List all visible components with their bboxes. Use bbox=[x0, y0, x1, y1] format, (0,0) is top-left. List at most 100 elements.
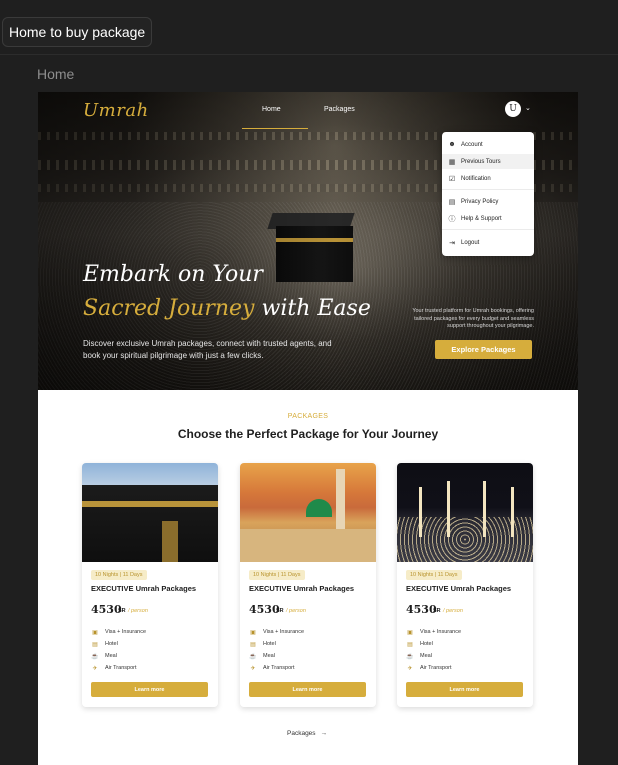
plane-icon: ✈ bbox=[407, 665, 413, 672]
feature-item: ▣ Visa + Insurance bbox=[91, 628, 146, 636]
package-name: EXECUTIVE Umrah Packages bbox=[249, 584, 355, 593]
meal-icon: ☕ bbox=[249, 653, 257, 660]
menu-item-label: Previous Tours bbox=[461, 158, 501, 165]
menu-item-label: Notification bbox=[461, 175, 491, 182]
feature-item: ✈ Air Transport bbox=[249, 664, 294, 672]
menu-item-help-support[interactable]: ⓘ Help & Support bbox=[442, 211, 534, 226]
price-per: / person bbox=[443, 608, 463, 614]
feature-item: ☕ Meal bbox=[249, 652, 275, 660]
kaaba-gold-band bbox=[82, 501, 218, 507]
feature-label: Hotel bbox=[105, 641, 118, 647]
logout-icon: ⇥ bbox=[449, 239, 455, 247]
learn-more-button[interactable]: Learn more bbox=[249, 682, 366, 697]
nav-active-indicator bbox=[242, 128, 308, 129]
feature-item: ▤ Hotel bbox=[406, 640, 433, 648]
feature-item: ✈ Air Transport bbox=[91, 664, 136, 672]
menu-item-label: Logout bbox=[461, 239, 480, 246]
mosque-wall bbox=[240, 529, 376, 562]
duration-badge: 10 Nights | 11 Days bbox=[91, 570, 147, 580]
top-divider bbox=[0, 54, 618, 55]
id-card-icon: ▣ bbox=[250, 629, 256, 636]
menu-item-label: Privacy Policy bbox=[461, 198, 499, 205]
feature-item: ▤ Hotel bbox=[249, 640, 276, 648]
minaret bbox=[447, 481, 450, 537]
user-icon: ☻ bbox=[448, 141, 456, 148]
feature-item: ▣ Visa + Insurance bbox=[406, 628, 461, 636]
plane-icon: ✈ bbox=[250, 665, 256, 672]
kaaba-door bbox=[162, 521, 178, 562]
hero-title-accent: Sacred Journey bbox=[83, 296, 255, 321]
menu-divider bbox=[442, 189, 534, 190]
logo[interactable]: Umrah bbox=[83, 100, 149, 121]
calendar-icon: ▦ bbox=[448, 158, 456, 166]
shield-doc-icon: ▤ bbox=[448, 198, 456, 206]
avatar[interactable]: U bbox=[505, 101, 521, 117]
duration-badge: 10 Nights | 11 Days bbox=[406, 570, 462, 580]
feature-item: ☕ Meal bbox=[406, 652, 432, 660]
feature-label: Visa + Insurance bbox=[105, 629, 147, 635]
price-currency: SR bbox=[118, 608, 126, 614]
check-square-icon: ☑ bbox=[448, 175, 456, 183]
menu-item-label: Account bbox=[461, 141, 483, 148]
hero-title-line1: Embark on Your bbox=[83, 262, 263, 287]
duration-badge: 10 Nights | 11 Days bbox=[249, 570, 305, 580]
feature-label: Visa + Insurance bbox=[420, 629, 462, 635]
feature-label: Meal bbox=[263, 653, 275, 659]
hero-section: Umrah Home Packages U ⌄ Embark on Your S… bbox=[38, 92, 578, 390]
packages-link[interactable]: Packages → bbox=[287, 730, 327, 737]
hero-title-line2: Sacred Journey with Ease bbox=[83, 296, 371, 321]
feature-item: ☕ Meal bbox=[91, 652, 117, 660]
package-card[interactable]: 10 Nights | 11 Days EXECUTIVE Umrah Pack… bbox=[240, 463, 376, 707]
minaret bbox=[483, 481, 486, 537]
feature-label: Meal bbox=[105, 653, 117, 659]
price-currency: SR bbox=[276, 608, 284, 614]
learn-more-button[interactable]: Learn more bbox=[91, 682, 208, 697]
hotel-icon: ▤ bbox=[407, 641, 413, 648]
feature-item: ✈ Air Transport bbox=[406, 664, 451, 672]
feature-label: Meal bbox=[420, 653, 432, 659]
id-card-icon: ▣ bbox=[92, 629, 98, 636]
packages-link-label: Packages bbox=[287, 730, 316, 737]
meal-icon: ☕ bbox=[406, 653, 414, 660]
minaret bbox=[336, 469, 345, 529]
hero-description: Discover exclusive Umrah packages, conne… bbox=[83, 339, 332, 360]
explore-packages-button[interactable]: Explore Packages bbox=[435, 340, 532, 359]
plane-icon: ✈ bbox=[92, 665, 98, 672]
feature-item: ▤ Hotel bbox=[91, 640, 118, 648]
design-canvas: Umrah Home Packages U ⌄ Embark on Your S… bbox=[38, 92, 578, 765]
menu-divider bbox=[442, 229, 534, 230]
id-card-icon: ▣ bbox=[407, 629, 413, 636]
hotel-icon: ▤ bbox=[92, 641, 98, 648]
feature-label: Air Transport bbox=[105, 665, 137, 671]
feature-label: Visa + Insurance bbox=[263, 629, 305, 635]
feature-item: ▣ Visa + Insurance bbox=[249, 628, 304, 636]
package-card[interactable]: 10 Nights | 11 Days EXECUTIVE Umrah Pack… bbox=[82, 463, 218, 707]
feature-label: Hotel bbox=[420, 641, 433, 647]
price-per: / person bbox=[286, 608, 306, 614]
packages-title: Choose the Perfect Package for Your Jour… bbox=[177, 427, 439, 441]
chevron-down-icon[interactable]: ⌄ bbox=[525, 104, 531, 112]
minaret bbox=[511, 487, 514, 537]
menu-item-logout[interactable]: ⇥ Logout bbox=[442, 235, 534, 250]
question-circle-icon: ⓘ bbox=[448, 215, 456, 223]
menu-item-privacy-policy[interactable]: ▤ Privacy Policy bbox=[442, 194, 534, 209]
learn-more-button[interactable]: Learn more bbox=[406, 682, 523, 697]
arrow-right-icon: → bbox=[320, 730, 328, 737]
hotel-icon: ▤ bbox=[250, 641, 256, 648]
hero-side-text: Your trusted platform for Umrah bookings… bbox=[412, 308, 534, 329]
feature-label: Air Transport bbox=[420, 665, 452, 671]
minaret bbox=[419, 487, 422, 537]
menu-item-notification[interactable]: ☑ Notification bbox=[442, 171, 534, 186]
green-dome bbox=[306, 499, 332, 517]
package-image-madina bbox=[240, 463, 376, 562]
feature-label: Hotel bbox=[263, 641, 276, 647]
price-currency: SR bbox=[433, 608, 441, 614]
meal-icon: ☕ bbox=[91, 653, 99, 660]
menu-item-previous-tours[interactable]: ▦ Previous Tours bbox=[442, 154, 534, 169]
menu-item-account[interactable]: ☻ Account bbox=[442, 137, 534, 152]
frame-title: Home to buy package bbox=[2, 17, 153, 47]
nav-home[interactable]: Home bbox=[262, 106, 281, 113]
package-card[interactable]: 10 Nights | 11 Days EXECUTIVE Umrah Pack… bbox=[397, 463, 533, 707]
nav-packages[interactable]: Packages bbox=[324, 106, 355, 113]
user-dropdown-menu: ☻ Account ▦ Previous Tours ☑ Notificatio… bbox=[442, 132, 534, 256]
